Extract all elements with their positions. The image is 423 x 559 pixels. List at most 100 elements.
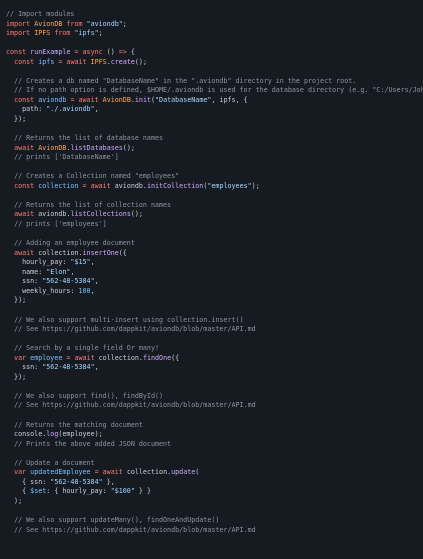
code-token: // Returns the matching document — [14, 420, 143, 429]
code-token: path: — [6, 105, 47, 114]
code-line: // Creates a Collection named "employees… — [6, 172, 423, 182]
code-line: }); — [6, 115, 423, 125]
code-token: // We also support find(), findById() — [14, 391, 164, 400]
code-token: { — [6, 487, 31, 496]
code-token: // Creates a db named "DatabaseName" in … — [14, 76, 357, 85]
code-token: collection. — [98, 353, 143, 362]
code-token: (employee); — [58, 430, 103, 439]
code-line: const collection = await aviondb.initCol… — [6, 182, 423, 192]
code-token: "aviondb" — [86, 19, 123, 28]
code-line: ssn: "562-48-5384", — [6, 277, 423, 287]
code-line: // Search by a single field Or many! — [6, 344, 423, 354]
code-token: // See https://github.com/dappkit/aviond… — [14, 401, 256, 410]
code-token: ); — [6, 496, 23, 505]
code-line: ); — [6, 497, 423, 507]
code-token: : { hourly_pay: — [46, 487, 111, 496]
code-token: import — [6, 29, 35, 38]
code-token: await — [14, 210, 39, 219]
code-line: // See https://github.com/dappkit/aviond… — [6, 526, 423, 536]
code-token: const — [14, 95, 39, 104]
code-token: // See https://github.com/dappkit/aviond… — [14, 325, 256, 334]
code-token: // Update a document — [14, 458, 95, 467]
code-line: const runExample = async () => { — [6, 48, 423, 58]
code-line: // Adding an employee document — [6, 239, 423, 249]
code-block[interactable]: // Import modules import AvionDB from "av… — [0, 10, 423, 535]
code-token: ; — [122, 19, 127, 28]
code-token: listCollections — [70, 210, 131, 219]
code-token: "562-48-5384" — [50, 477, 103, 486]
code-line: // Returns the list of collection names — [6, 201, 423, 211]
code-token: ( — [195, 468, 200, 477]
code-line: weekly_hours: 100, — [6, 287, 423, 297]
code-token: ssn: — [6, 363, 43, 372]
code-line: const ipfs = await IPFS.create(); — [6, 58, 423, 68]
code-token: // Returns the list of database names — [14, 134, 164, 143]
code-token: // We also support multi-insert using co… — [14, 315, 244, 324]
code-token: aviondb. — [114, 181, 147, 190]
code-token: "employees" — [207, 181, 252, 190]
code-token: init — [134, 95, 151, 104]
code-line: { $set: { hourly_pay: "$100" } } — [6, 487, 423, 497]
code-token: , ipfs, { — [211, 95, 248, 104]
code-token: console. — [6, 430, 47, 439]
code-token: IPFS — [90, 57, 107, 66]
code-token: = await — [54, 57, 91, 66]
code-token: log — [46, 430, 59, 439]
code-token: }); — [6, 296, 27, 305]
code-line: name: "Elon", — [6, 268, 423, 278]
code-token: "./.aviondb" — [46, 105, 95, 114]
code-line: console.log(employee); — [6, 430, 423, 440]
code-token: , — [90, 286, 95, 295]
code-token: IPFS — [34, 29, 51, 38]
code-token: "562-48-5384" — [42, 363, 95, 372]
code-token: // Search by a single field Or many! — [14, 344, 160, 353]
code-token: () — [106, 48, 119, 57]
code-token: collection. — [126, 468, 172, 477]
code-token: (); — [130, 210, 143, 219]
code-token: var — [14, 353, 31, 362]
code-token: // See https://github.com/dappkit/aviond… — [14, 525, 256, 534]
code-token: var — [14, 468, 31, 477]
code-viewer: // Import modules import AvionDB from "av… — [0, 0, 423, 559]
code-token: (); — [122, 143, 135, 152]
code-token: ({ — [118, 248, 127, 257]
code-token: const — [6, 48, 31, 57]
code-line: await aviondb.listCollections(); — [6, 210, 423, 220]
code-token: "$15" — [70, 258, 91, 267]
code-token: }); — [6, 115, 27, 124]
code-token: from — [50, 29, 75, 38]
code-line: import IPFS from "ipfs"; — [6, 29, 423, 39]
code-line: path: "./.aviondb", — [6, 105, 423, 115]
code-token: , — [94, 277, 99, 286]
code-token: ({ — [171, 353, 180, 362]
code-token: { — [130, 48, 135, 57]
code-line: // We also support updateMany(), findOne… — [6, 516, 423, 526]
code-line: // Import modules — [6, 10, 423, 20]
code-token: 100 — [78, 286, 91, 295]
code-line: // See https://github.com/dappkit/aviond… — [6, 325, 423, 335]
